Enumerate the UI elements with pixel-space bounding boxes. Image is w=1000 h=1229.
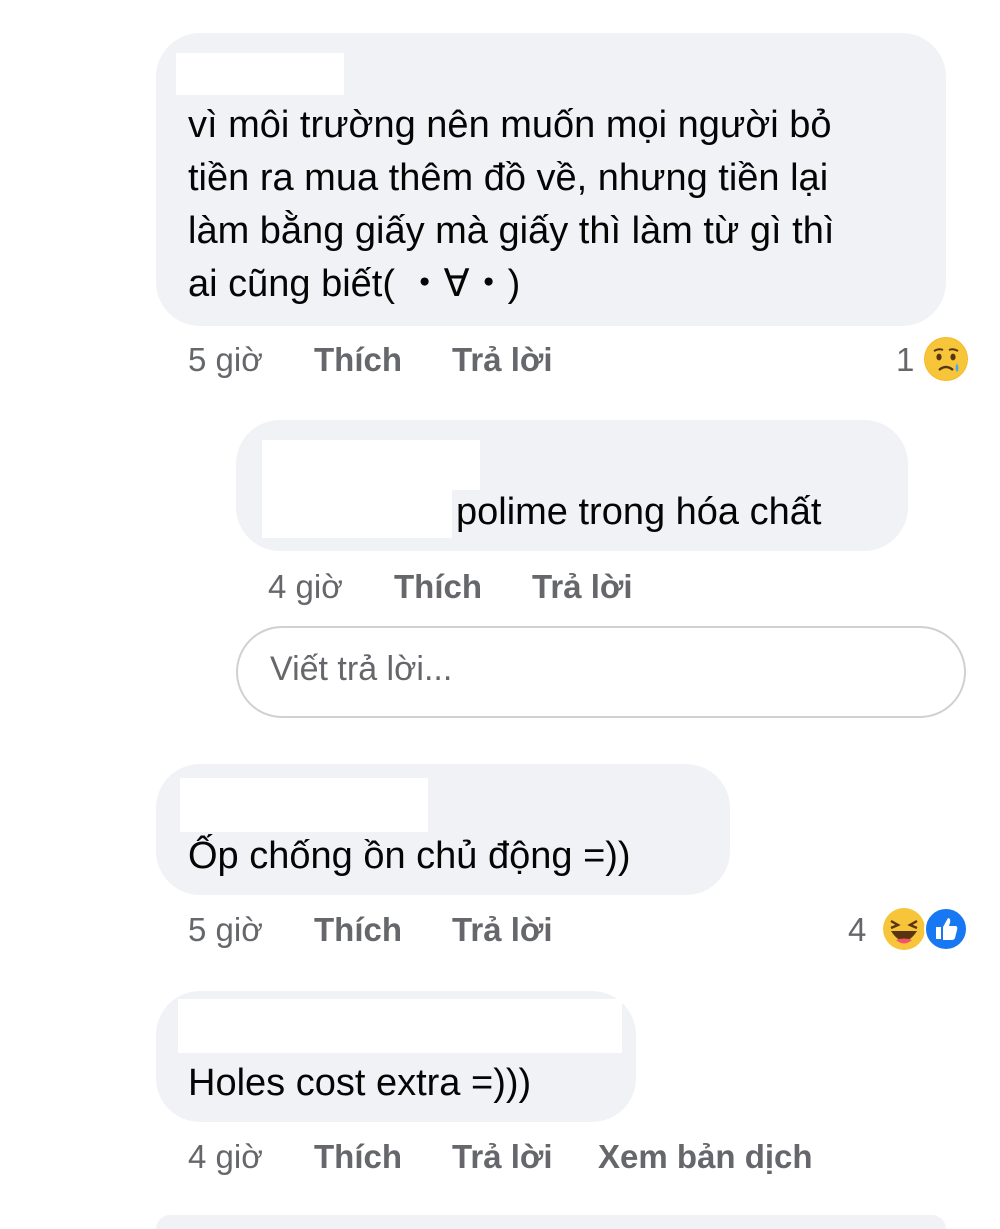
comment-timestamp[interactable]: 4 giờ <box>268 568 343 606</box>
reaction-count[interactable]: 1 <box>896 341 914 379</box>
reply-comment-bubble[interactable]: polime trong hóa chất <box>236 420 908 551</box>
redacted-author-name <box>262 486 452 538</box>
comment-text: polime trong hóa chất <box>456 491 822 533</box>
comment-timestamp[interactable]: 4 giờ <box>188 1138 263 1176</box>
comment-text-line: vì môi trường nên muốn mọi người bỏ <box>188 104 832 146</box>
reply-input[interactable]: Viết trả lời... <box>236 626 966 718</box>
comment-text-line: tiền ra mua thêm đồ về, nhưng tiền lại <box>188 157 829 199</box>
like-button[interactable]: Thích <box>394 568 482 606</box>
like-button[interactable]: Thích <box>314 1138 402 1176</box>
comment-timestamp[interactable]: 5 giờ <box>188 341 263 379</box>
comment-text: Ốp chống ồn chủ động =)) <box>188 835 631 877</box>
comment-text: Holes cost extra =))) <box>188 1062 532 1104</box>
comment-thread: vì môi trường nên muốn mọi người bỏ tiền… <box>0 0 1000 1229</box>
sad-face-icon[interactable] <box>924 337 968 381</box>
see-translation-button[interactable]: Xem bản dịch <box>598 1138 813 1176</box>
comment-bubble[interactable]: Holes cost extra =))) <box>156 991 636 1122</box>
redacted-author-name <box>178 999 622 1053</box>
like-button[interactable]: Thích <box>314 341 402 379</box>
reply-button[interactable]: Trả lời <box>452 341 553 379</box>
redacted-author-name <box>176 53 344 95</box>
reply-button[interactable]: Trả lời <box>532 568 633 606</box>
comment-text-line: làm bằng giấy mà giấy thì làm từ gì thì <box>188 210 835 252</box>
redacted-author-name <box>180 778 428 832</box>
comment-bubble[interactable] <box>156 1215 946 1229</box>
comment-bubble[interactable]: vì môi trường nên muốn mọi người bỏ tiền… <box>156 33 946 326</box>
reaction-count[interactable]: 4 <box>848 911 866 949</box>
comment-timestamp[interactable]: 5 giờ <box>188 911 263 949</box>
comment-bubble[interactable]: Ốp chống ồn chủ động =)) <box>156 764 730 895</box>
reply-input-placeholder: Viết trả lời... <box>270 650 453 688</box>
reply-button[interactable]: Trả lời <box>452 1138 553 1176</box>
comment-text-line: ai cũng biết( ・∀・) <box>188 263 521 305</box>
laughing-face-icon[interactable] <box>882 907 926 951</box>
reply-button[interactable]: Trả lời <box>452 911 553 949</box>
like-button[interactable]: Thích <box>314 911 402 949</box>
thumbs-up-icon[interactable] <box>924 907 968 951</box>
redacted-author-name <box>262 440 480 490</box>
